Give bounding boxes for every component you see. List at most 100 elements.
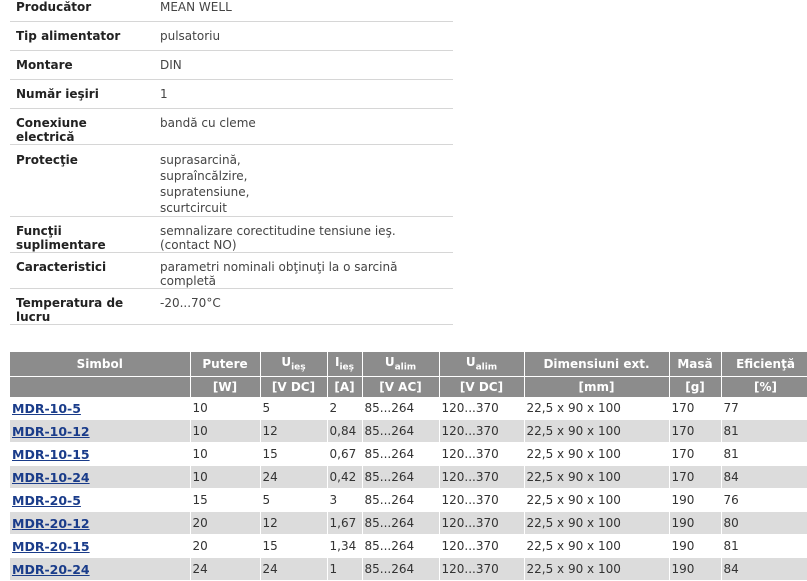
product-link[interactable]: MDR-10-5: [12, 401, 81, 416]
product-table: Simbol Putere Uieş Iieş Ualim Ualim Dime…: [10, 352, 807, 581]
table-cell: 190: [669, 534, 722, 558]
cell-simbol: MDR-20-12: [10, 511, 191, 535]
spec-key: Montare: [10, 50, 154, 80]
table-cell: 85...264: [362, 442, 440, 466]
table-cell: 77: [721, 397, 807, 420]
table-cell: 76: [721, 488, 807, 512]
header-u-ies: Uieş: [260, 352, 328, 377]
header-u-alim-dc-symbol: U: [465, 355, 476, 370]
unit-cell: [mm]: [524, 376, 670, 397]
table-cell: 22,5 x 90 x 100: [524, 397, 670, 420]
header-row: Simbol Putere Uieş Iieş Ualim Ualim Dime…: [10, 352, 807, 377]
table-row: MDR-20-15 20 15 1,34 85...264 120...370 22,5 x…: [10, 534, 807, 558]
table-cell: 120...370: [439, 534, 525, 558]
spec-row-conexiune: Conexiune electrică bandă cu cleme: [10, 108, 453, 145]
table-cell: 170: [669, 442, 722, 466]
cell-simbol: MDR-20-24: [10, 557, 191, 581]
table-cell: 5: [260, 488, 328, 512]
table-cell: 20: [190, 511, 261, 535]
header-i-ies-sub: ieş: [339, 362, 354, 373]
spec-value: parametri nominali obţinuţi la o sarcină…: [154, 252, 453, 289]
spec-value-line: supratensiune,: [160, 185, 250, 199]
product-link[interactable]: MDR-20-5: [12, 493, 81, 508]
table-cell: 24: [260, 465, 328, 489]
table-cell: 0,67: [327, 442, 363, 466]
spec-row-caracteristici: Caracteristici parametri nominali obţinu…: [10, 252, 453, 289]
spec-value-line: supraîncălzire,: [160, 169, 248, 183]
table-cell: 120...370: [439, 511, 525, 535]
header-eficienta: Eficienţă: [721, 352, 807, 377]
table-row: MDR-20-12 20 12 1,67 85...264 120...370 22,5 x…: [10, 511, 807, 535]
cell-simbol: MDR-10-15: [10, 442, 191, 466]
product-link[interactable]: MDR-10-24: [12, 470, 90, 485]
cell-simbol: MDR-10-24: [10, 465, 191, 489]
product-link[interactable]: MDR-20-15: [12, 539, 90, 554]
spec-key: Funcţii suplimentare: [10, 216, 154, 253]
unit-cell: [W]: [190, 376, 261, 397]
table-cell: 3: [327, 488, 363, 512]
table-row: MDR-20-24 24 24 1 85...264 120...370 22,5 x 90…: [10, 557, 807, 581]
table-cell: 170: [669, 419, 722, 443]
table-cell: 2: [327, 397, 363, 420]
table-cell: 15: [260, 442, 328, 466]
table-cell: 22,5 x 90 x 100: [524, 442, 670, 466]
unit-cell: [A]: [327, 376, 363, 397]
spec-key: Protecţie: [10, 144, 154, 217]
spec-key: Tip alimentator: [10, 21, 154, 51]
table-cell: 190: [669, 488, 722, 512]
product-link[interactable]: MDR-10-12: [12, 424, 90, 439]
spec-key: Producător: [10, 0, 154, 22]
table-cell: 0,42: [327, 465, 363, 489]
table-cell: 120...370: [439, 419, 525, 443]
table-cell: 10: [190, 442, 261, 466]
table-cell: 22,5 x 90 x 100: [524, 419, 670, 443]
table-cell: 22,5 x 90 x 100: [524, 488, 670, 512]
table-cell: 22,5 x 90 x 100: [524, 557, 670, 581]
spec-value-line: scurtcircuit: [160, 201, 227, 215]
table-cell: 84: [721, 557, 807, 581]
spec-value: -20...70°C: [154, 288, 453, 325]
table-cell: 15: [260, 534, 328, 558]
spec-row-numar-iesiri: Număr ieşiri 1: [10, 79, 453, 109]
unit-cell: [%]: [721, 376, 807, 397]
table-cell: 120...370: [439, 465, 525, 489]
cell-simbol: MDR-20-15: [10, 534, 191, 558]
header-dimensiuni: Dimensiuni ext.: [524, 352, 670, 377]
table-row: MDR-10-12 10 12 0,84 85...264 120...370 22,5 x…: [10, 419, 807, 443]
product-link[interactable]: MDR-10-15: [12, 447, 90, 462]
table-cell: 81: [721, 534, 807, 558]
table-cell: 24: [260, 557, 328, 581]
unit-cell: [10, 376, 191, 397]
table-cell: 170: [669, 397, 722, 420]
product-link[interactable]: MDR-20-12: [12, 516, 90, 531]
unit-cell: [V DC]: [260, 376, 328, 397]
table-cell: 12: [260, 511, 328, 535]
table-row: MDR-20-5 15 5 3 85...264 120...370 22,5 x 90 x…: [10, 488, 807, 512]
table-cell: 85...264: [362, 488, 440, 512]
header-u-ies-symbol: U: [281, 355, 292, 370]
unit-cell: [g]: [669, 376, 722, 397]
spec-row-producator: Producător MEAN WELL: [10, 0, 453, 22]
table-cell: 12: [260, 419, 328, 443]
table-cell: 85...264: [362, 465, 440, 489]
spec-key: Număr ieşiri: [10, 79, 154, 109]
table-cell: 24: [190, 557, 261, 581]
table-cell: 84: [721, 465, 807, 489]
spec-value: semnalizare corectitudine tensiune ieş. …: [154, 216, 453, 253]
table-cell: 1,34: [327, 534, 363, 558]
spec-row-protectie: Protecţie suprasarcină, supraîncălzire, …: [10, 144, 453, 217]
table-cell: 85...264: [362, 534, 440, 558]
product-link[interactable]: MDR-20-24: [12, 562, 90, 577]
table-cell: 80: [721, 511, 807, 535]
unit-cell: [V AC]: [362, 376, 440, 397]
spec-key: Conexiune electrică: [10, 108, 154, 145]
table-cell: 170: [669, 465, 722, 489]
table-cell: 22,5 x 90 x 100: [524, 534, 670, 558]
table-cell: 120...370: [439, 397, 525, 420]
cell-simbol: MDR-20-5: [10, 488, 191, 512]
table-row: MDR-10-5 10 5 2 85...264 120...370 22,5 x 90 x…: [10, 397, 807, 420]
table-cell: 81: [721, 419, 807, 443]
header-u-alim-dc-sub: alim: [475, 362, 498, 373]
table-row: MDR-10-24 10 24 0,42 85...264 120...370 22,5 x…: [10, 465, 807, 489]
spec-key: Temperatura de lucru: [10, 288, 154, 325]
